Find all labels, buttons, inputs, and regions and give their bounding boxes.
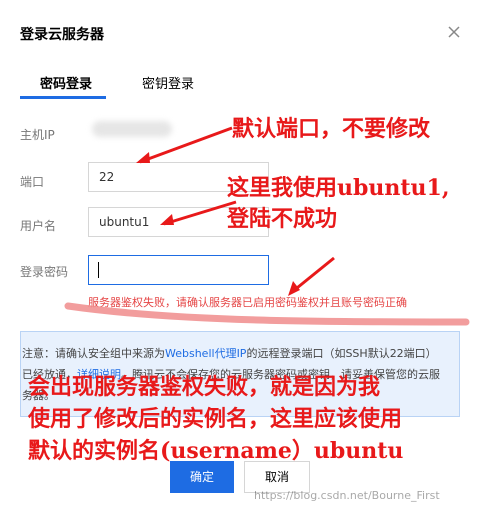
password-label: 登录密码: [20, 265, 69, 279]
annotation-default-port: 默认端口，不要修改: [232, 116, 431, 142]
watermark: https://blog.csdn.net/Bourne_First: [254, 489, 440, 502]
close-icon[interactable]: [446, 24, 462, 40]
password-input[interactable]: [88, 255, 269, 285]
port-label: 端口: [20, 175, 45, 189]
annotation-explain-2: 使用了修改后的实例名，这里应该使用: [28, 406, 403, 432]
host-ip-label: 主机IP: [20, 128, 55, 142]
annotation-username-1: 这里我使用ubuntu1,: [227, 175, 450, 201]
tab-password-login[interactable]: 密码登录: [40, 73, 92, 92]
annotation-explain-1: 会出现服务器鉴权失败，就是因为我: [28, 374, 381, 400]
notice-prefix: 注意：请确认安全组中来源为: [22, 347, 165, 360]
annotation-explain-3: 默认的实例名(username）ubuntu: [28, 438, 404, 464]
webshell-proxy-ip-link[interactable]: Webshell代理IP: [165, 347, 246, 360]
dialog-title: 登录云服务器: [20, 27, 104, 43]
host-ip-value-blurred: [92, 121, 172, 137]
username-label: 用户名: [20, 219, 57, 233]
active-tab-indicator: [20, 96, 106, 99]
text-caret: [98, 262, 99, 278]
auth-error-message: 服务器鉴权失败，请确认服务器已启用密码鉴权并且账号密码正确: [88, 296, 407, 309]
confirm-button[interactable]: 确定: [170, 461, 234, 493]
tab-key-login[interactable]: 密钥登录: [142, 73, 194, 92]
annotation-username-2: 登陆不成功: [227, 206, 338, 232]
